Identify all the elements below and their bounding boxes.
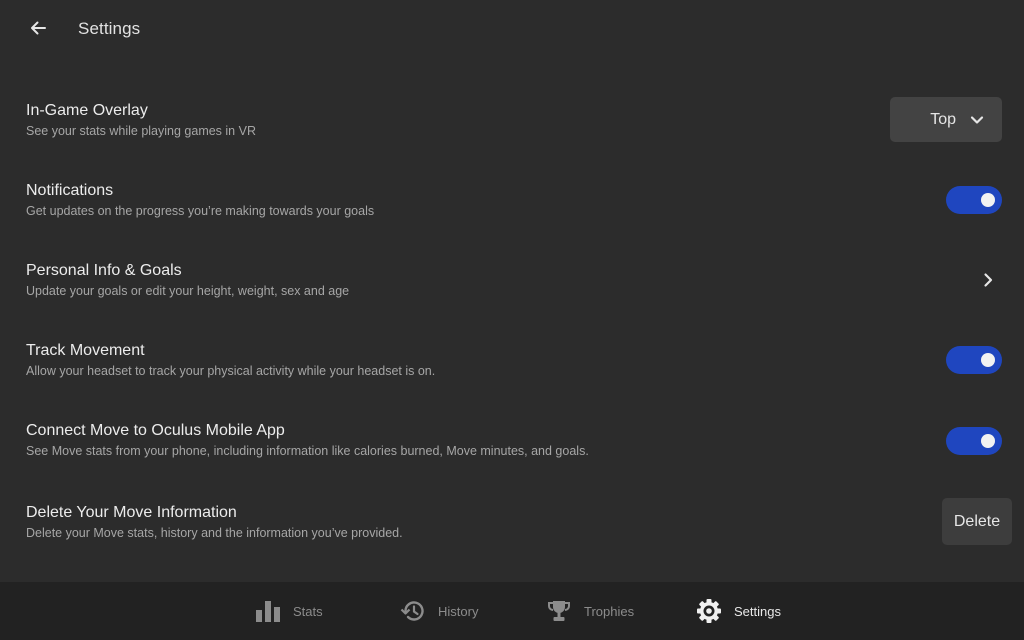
page-title: Settings — [78, 19, 141, 38]
history-icon — [400, 598, 426, 624]
back-button[interactable] — [26, 16, 50, 40]
arrow-left-icon — [31, 21, 46, 35]
delete-button[interactable]: Delete — [942, 498, 1012, 545]
nav-item-trophies[interactable]: Trophies — [546, 582, 634, 640]
setting-description: Allow your headset to track your physica… — [26, 364, 436, 378]
toggle-knob — [981, 353, 995, 367]
chevron-right-icon[interactable] — [980, 272, 996, 288]
setting-description: See Move stats from your phone, includin… — [26, 444, 589, 458]
connect-mobile-app-toggle[interactable] — [946, 427, 1002, 455]
setting-description: See your stats while playing games in VR — [26, 124, 256, 138]
gear-icon — [696, 598, 722, 624]
nav-label: Trophies — [584, 603, 635, 619]
setting-title: In-Game Overlay — [26, 102, 148, 119]
dropdown-value: Top — [930, 110, 956, 128]
app-root: Settings In-Game Overlay See your stats … — [0, 0, 1024, 640]
nav-label: Stats — [293, 603, 323, 619]
nav-item-stats[interactable]: Stats — [255, 582, 323, 640]
nav-label: History — [438, 603, 479, 619]
setting-row-personal-info-goals[interactable]: Personal Info & Goals Update your goals … — [0, 261, 1024, 321]
setting-row-in-game-overlay: In-Game Overlay See your stats while pla… — [0, 101, 1024, 161]
setting-title: Notifications — [26, 182, 114, 199]
chevron-down-icon — [970, 115, 984, 124]
track-movement-toggle[interactable] — [946, 346, 1002, 374]
toggle-knob — [981, 434, 995, 448]
bottom-nav: Stats History Trophies Settings — [0, 582, 1024, 640]
notifications-toggle[interactable] — [946, 186, 1002, 214]
setting-description: Update your goals or edit your height, w… — [26, 284, 350, 298]
trophy-icon — [546, 598, 572, 624]
setting-title: Track Movement — [26, 342, 145, 359]
setting-description: Delete your Move stats, history and the … — [26, 526, 403, 540]
header: Settings — [0, 0, 1024, 58]
overlay-position-dropdown[interactable]: Top — [890, 97, 1002, 142]
setting-description: Get updates on the progress you’re makin… — [26, 204, 375, 218]
setting-title: Delete Your Move Information — [26, 504, 237, 521]
nav-item-history[interactable]: History — [400, 582, 478, 640]
bar-chart-icon — [255, 598, 281, 624]
nav-label: Settings — [734, 603, 781, 619]
nav-item-settings[interactable]: Settings — [696, 582, 781, 640]
setting-title: Personal Info & Goals — [26, 262, 182, 279]
setting-row-connect-mobile-app: Connect Move to Oculus Mobile App See Mo… — [0, 421, 1024, 481]
setting-title: Connect Move to Oculus Mobile App — [26, 422, 285, 439]
toggle-knob — [981, 193, 995, 207]
setting-row-notifications: Notifications Get updates on the progres… — [0, 181, 1024, 241]
setting-row-delete-move-info: Delete Your Move Information Delete your… — [0, 503, 1024, 563]
setting-row-track-movement: Track Movement Allow your headset to tra… — [0, 341, 1024, 401]
